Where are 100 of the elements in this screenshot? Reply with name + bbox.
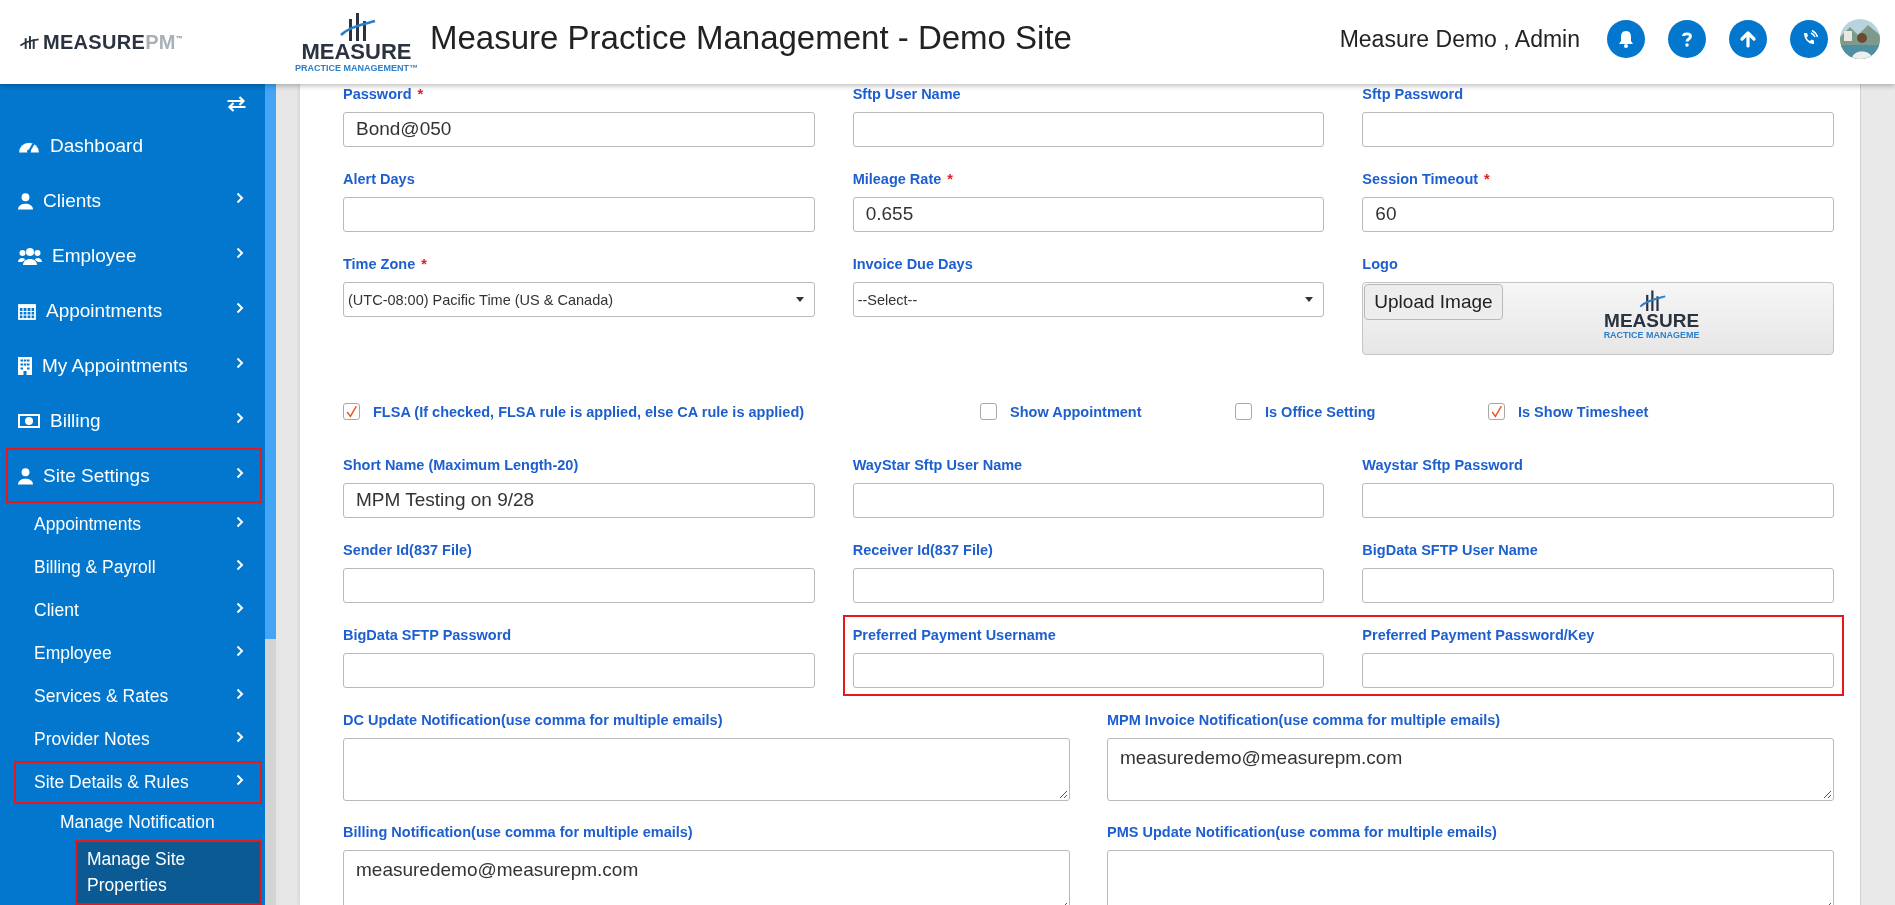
field-label: Logo bbox=[1362, 256, 1399, 274]
input-field[interactable] bbox=[343, 653, 815, 688]
field-label: BigData SFTP User Name bbox=[1362, 542, 1539, 560]
text-area[interactable]: measuredemo@measurepm.com bbox=[343, 850, 1070, 905]
checkbox-option[interactable]: FLSA (If checked, FLSA rule is applied, else CA rule is applied) bbox=[343, 403, 980, 420]
field-label: Preferred Payment Username bbox=[852, 627, 1057, 645]
chevron-right-icon bbox=[236, 301, 244, 314]
field-label: Invoice Due Days bbox=[852, 256, 974, 274]
input-field[interactable]: MPM Testing on 9/28 bbox=[343, 483, 815, 518]
user-icon bbox=[18, 466, 33, 485]
chevron-right-icon bbox=[236, 411, 244, 424]
input-field[interactable] bbox=[852, 112, 1325, 147]
field-label: Time Zone * bbox=[343, 256, 428, 274]
sidebar-item[interactable]: My Appointments bbox=[6, 338, 262, 393]
checkmark-icon bbox=[1490, 405, 1503, 418]
input-field[interactable] bbox=[1362, 483, 1834, 518]
phone-icon[interactable] bbox=[1790, 20, 1828, 58]
scrollbar-thumb[interactable] bbox=[265, 84, 276, 639]
sidebar-item[interactable]: Appointments bbox=[6, 283, 262, 338]
field-label: Mileage Rate * bbox=[852, 171, 954, 189]
input-field[interactable] bbox=[343, 568, 815, 603]
input-field[interactable]: 60 bbox=[1362, 197, 1834, 232]
users-icon bbox=[18, 246, 42, 265]
dropdown[interactable]: (UTC-08:00) Pacific Time (US & Canada) bbox=[343, 282, 815, 317]
chevron-right-icon bbox=[236, 466, 244, 479]
banknote-icon bbox=[18, 413, 40, 428]
chevron-right-icon bbox=[236, 644, 244, 657]
field-label: Preferred Payment Password/Key bbox=[1362, 627, 1596, 645]
sidebar-item[interactable]: Site Settings bbox=[6, 448, 262, 503]
caret-icon bbox=[795, 297, 804, 302]
page-title: Measure Practice Management - Demo Site bbox=[430, 19, 1072, 57]
field-label: WayStar Sftp User Name bbox=[852, 457, 1024, 475]
resize-grip-icon[interactable] bbox=[1059, 790, 1067, 798]
chevron-right-icon bbox=[236, 730, 244, 743]
chevron-right-icon bbox=[236, 191, 244, 204]
sidebar-item[interactable]: Client bbox=[14, 589, 262, 632]
field-label: Sftp Password bbox=[1362, 86, 1465, 104]
field-label: Short Name (Maximum Length-20) bbox=[343, 457, 580, 475]
checkbox-option[interactable]: Is Show Timesheet bbox=[1488, 403, 1834, 420]
dropdown[interactable]: --Select-- bbox=[852, 282, 1325, 317]
checkbox-option[interactable]: Is Office Setting bbox=[1235, 403, 1488, 420]
input-field[interactable]: 0.655 bbox=[852, 197, 1325, 232]
field-label: Waystar Sftp Password bbox=[1362, 457, 1524, 475]
sidebar-item[interactable]: Employee bbox=[6, 228, 262, 283]
field-label: PMS Update Notification(use comma for multiple emails) bbox=[1107, 824, 1498, 842]
input-field[interactable] bbox=[1362, 568, 1834, 603]
input-field[interactable] bbox=[1362, 653, 1834, 688]
sidebar-item[interactable]: Services & Rates bbox=[14, 675, 262, 718]
help-icon[interactable] bbox=[1668, 20, 1706, 58]
checkbox-option[interactable]: Show Appointment bbox=[980, 403, 1235, 420]
field-label: Alert Days bbox=[343, 171, 416, 189]
calendar-icon bbox=[18, 301, 36, 320]
input-field[interactable] bbox=[852, 483, 1325, 518]
logo-text: MEASURE bbox=[1604, 311, 1700, 330]
chevron-right-icon bbox=[236, 601, 244, 614]
sidebar-item[interactable]: Clients bbox=[6, 173, 262, 228]
sidebar-item[interactable]: Manage Site Properties bbox=[75, 840, 262, 905]
upload-image-button[interactable]: Upload Image bbox=[1364, 284, 1503, 320]
input-field[interactable] bbox=[852, 568, 1325, 603]
input-field[interactable] bbox=[343, 197, 815, 232]
text-area[interactable]: measuredemo@measurepm.com bbox=[1107, 738, 1834, 801]
input-field[interactable] bbox=[852, 653, 1325, 688]
chevron-right-icon bbox=[236, 687, 244, 700]
checkmark-icon bbox=[345, 405, 358, 418]
field-label: Session Timeout * bbox=[1362, 171, 1491, 189]
field-label: DC Update Notification(use comma for multiple emails) bbox=[343, 712, 724, 730]
sidebar-item[interactable]: Employee bbox=[14, 632, 262, 675]
field-label: BigData SFTP Password bbox=[343, 627, 513, 645]
field-label: Sender Id(837 File) bbox=[343, 542, 473, 560]
logo-tagline: RACTICE MANAGEME bbox=[1603, 330, 1700, 340]
sidebar-item[interactable]: Appointments bbox=[14, 503, 262, 546]
field-label: Receiver Id(837 File) bbox=[852, 542, 994, 560]
sidebar-item[interactable]: Dashboard bbox=[6, 118, 262, 173]
logo-text: MEASURE bbox=[301, 41, 412, 63]
building-icon bbox=[18, 356, 32, 375]
user-name: Measure Demo , Admin bbox=[1339, 25, 1580, 53]
logo-tagline: PRACTICE MANAGEMENT™ bbox=[295, 63, 418, 73]
notifications-icon[interactable] bbox=[1607, 20, 1645, 58]
input-field[interactable] bbox=[1362, 112, 1834, 147]
user-icon bbox=[18, 191, 33, 210]
sidebar-item[interactable]: Site Details & Rules bbox=[14, 761, 262, 804]
input-field[interactable]: Bond@050 bbox=[343, 112, 815, 147]
caret-icon bbox=[1305, 297, 1314, 302]
field-label: Sftp User Name bbox=[852, 86, 962, 104]
field-label: Billing Notification(use comma for multiple emails) bbox=[343, 824, 694, 842]
sidebar-item[interactable]: Billing bbox=[6, 393, 262, 448]
swap-arrows-icon[interactable] bbox=[226, 96, 247, 112]
chevron-right-icon bbox=[236, 515, 244, 528]
sidebar-item[interactable]: Provider Notes bbox=[14, 718, 262, 761]
field-label: MPM Invoice Notification(use comma for multiple emails) bbox=[1107, 712, 1502, 730]
field-label: Password * bbox=[343, 86, 425, 104]
chevron-right-icon bbox=[236, 246, 244, 259]
chevron-right-icon bbox=[236, 558, 244, 571]
brand-name: MEASUREPM$^{™}$ bbox=[43, 30, 184, 54]
sidebar-item[interactable]: Billing & Payroll bbox=[14, 546, 262, 589]
chevron-right-icon bbox=[236, 356, 244, 369]
resize-grip-icon[interactable] bbox=[1823, 790, 1831, 798]
sidebar-item[interactable]: Manage Notification bbox=[0, 804, 262, 840]
chart-bars-icon bbox=[18, 34, 40, 50]
chevron-right-icon bbox=[236, 773, 244, 786]
